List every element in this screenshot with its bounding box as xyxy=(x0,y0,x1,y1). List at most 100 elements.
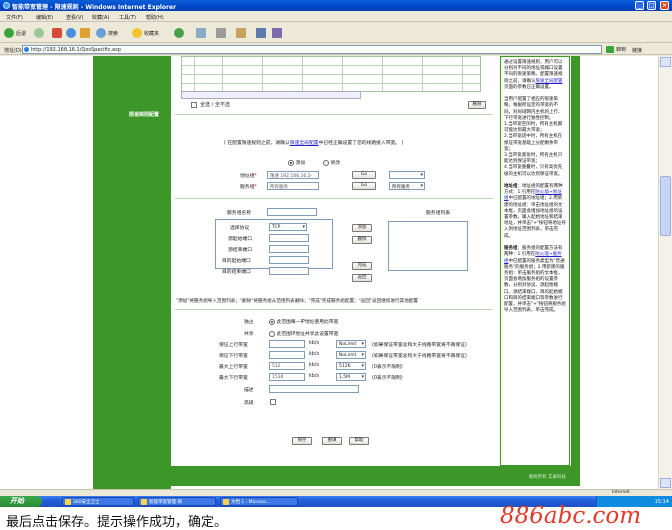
table-row[interactable] xyxy=(182,75,480,84)
table-row[interactable] xyxy=(182,57,480,66)
edit-icon xyxy=(236,28,246,38)
protocol-label: 选择协议 xyxy=(230,226,250,231)
global-config-link[interactable]: 限速全局配置 xyxy=(290,141,319,146)
window-title: 智能带宽管理 - 限速规则 - Windows Internet Explore… xyxy=(12,4,177,11)
section-title: 限速规则配置 xyxy=(129,112,160,118)
address-group-select[interactable] xyxy=(389,171,425,179)
scroll-up-button[interactable] xyxy=(660,57,671,67)
menu-favorites[interactable]: 收藏(A) xyxy=(92,14,109,21)
exclusive-label: 独占 xyxy=(244,320,254,325)
guaranteed-down-select[interactable]: NoLimit xyxy=(336,351,366,359)
mode-add[interactable]: 添加 xyxy=(288,159,305,166)
help-text: 页面的参数已正确设置。 xyxy=(504,84,554,90)
help-global-link[interactable]: 限速全局配置 xyxy=(536,79,563,84)
clock: 15:14 xyxy=(654,499,669,505)
exclusive-option[interactable]: 此范围每一IP地址使用此带宽 xyxy=(269,318,338,325)
menu-help[interactable]: 帮助(H) xyxy=(146,14,164,21)
home-button[interactable] xyxy=(80,27,90,39)
table-row[interactable] xyxy=(182,66,480,75)
max-up-select[interactable]: 512K xyxy=(336,362,366,370)
add-radio[interactable] xyxy=(288,159,294,166)
shared-label: 共享 xyxy=(244,332,254,337)
research-icon xyxy=(272,28,282,38)
service-delete-button[interactable]: 删除 xyxy=(352,236,372,244)
menu-edit[interactable]: 编辑(E) xyxy=(36,14,53,21)
menu-file[interactable]: 文件(F) xyxy=(6,14,23,21)
guaranteed-up-select[interactable]: NoLimit xyxy=(336,340,366,348)
messenger-button[interactable] xyxy=(256,27,266,39)
scroll-thumb[interactable] xyxy=(660,176,671,236)
stop-button[interactable] xyxy=(52,27,62,39)
service-list-label: 服务组列表 xyxy=(426,211,450,216)
service-back-button[interactable]: 返回 xyxy=(352,274,372,282)
modify-radio[interactable] xyxy=(323,159,329,166)
advanced-checkbox[interactable] xyxy=(270,399,276,405)
watermark: 886abc.com xyxy=(500,503,642,529)
service-name-input[interactable] xyxy=(267,208,317,216)
reset-button[interactable]: 重填 xyxy=(322,437,342,445)
address-group-input[interactable]: 限速 192.168.16.2- xyxy=(267,171,319,179)
caption-text: 最后点击保存。提示操作成功，确定。 xyxy=(6,515,228,530)
shared-option[interactable]: 此范围IP地址共享此设置带宽 xyxy=(269,330,338,337)
back-button[interactable]: 后退 xyxy=(4,27,26,39)
guaranteed-up-input[interactable] xyxy=(269,340,305,348)
help-button[interactable]: 帮助 xyxy=(349,437,369,445)
address-input[interactable]: http://192.168.16.1/QosSpecific.asp xyxy=(22,45,602,54)
service-group-go-button[interactable]: Go xyxy=(352,182,376,190)
service-group-input[interactable]: 所有服务 xyxy=(267,182,319,190)
src-end-input[interactable] xyxy=(269,245,309,253)
dst-start-input[interactable] xyxy=(269,256,309,264)
max-down-input[interactable]: 1536 xyxy=(269,373,305,381)
bw-unit: kb/s xyxy=(309,352,319,357)
history-button[interactable] xyxy=(174,27,184,39)
protocol-select[interactable]: TCP xyxy=(269,223,307,231)
service-group-text: 服务组 xyxy=(240,185,255,190)
scroll-down-button[interactable] xyxy=(660,478,671,488)
links-button[interactable]: 链接 xyxy=(632,47,642,54)
minimize-button[interactable]: _ xyxy=(635,1,644,10)
delete-list-button[interactable]: 删除 xyxy=(468,101,486,109)
max-down-select[interactable]: 1.5M xyxy=(336,373,366,381)
go-button[interactable]: 转到 xyxy=(606,46,626,53)
task-360[interactable]: 360安全卫士 xyxy=(62,497,134,506)
menu-tools[interactable]: 工具(T) xyxy=(119,14,136,21)
save-button[interactable]: 保存 xyxy=(292,437,312,445)
src-start-input[interactable] xyxy=(269,234,309,242)
maximize-button[interactable]: □ xyxy=(647,1,656,10)
shared-radio[interactable] xyxy=(269,330,275,337)
grid-horizontal-scrollbar[interactable] xyxy=(181,91,361,99)
guaranteed-down-input[interactable] xyxy=(269,351,305,359)
bw-unit: kb/s xyxy=(309,341,319,346)
forward-arrow-icon xyxy=(34,28,44,38)
select-all-checkbox[interactable] xyxy=(191,101,197,108)
toolbar: 后退 搜索 收藏夹 xyxy=(0,23,672,43)
task-word[interactable]: 文档 1 - Microso... xyxy=(220,497,298,506)
research-button[interactable] xyxy=(272,27,282,39)
mail-button[interactable] xyxy=(196,27,206,39)
refresh-button[interactable] xyxy=(66,27,76,39)
start-button[interactable]: 开始 xyxy=(0,496,42,507)
address-bar: 地址(D) http://192.168.16.1/QosSpecific.as… xyxy=(0,44,672,55)
task-ie[interactable]: 智能带宽管理-限 xyxy=(138,497,216,506)
mode-modify[interactable]: 修改 xyxy=(323,159,340,166)
service-group-listbox[interactable] xyxy=(388,221,468,271)
shared-text: 此范围IP地址共享此设置带宽 xyxy=(276,332,339,337)
search-button[interactable]: 搜索 xyxy=(96,27,118,39)
print-button[interactable] xyxy=(216,27,226,39)
favorites-button[interactable]: 收藏夹 xyxy=(132,27,159,39)
forward-button[interactable] xyxy=(34,27,44,39)
dst-end-input[interactable] xyxy=(269,267,309,275)
vertical-scrollbar[interactable] xyxy=(658,56,672,489)
service-done-button[interactable]: 完成 xyxy=(352,262,372,270)
close-button[interactable]: × xyxy=(660,1,669,10)
exclusive-radio[interactable] xyxy=(269,318,275,325)
select-all[interactable]: 全选 / 全不选 xyxy=(191,101,230,108)
service-group-select[interactable]: 所有服务 xyxy=(389,182,425,190)
description-input[interactable] xyxy=(269,385,359,393)
config-notice: ( 在配置限速规则之前，请确认限速全局配置中已经正确设置了您的线路接入带宽。 ) xyxy=(224,139,404,146)
max-up-input[interactable]: 512 xyxy=(269,362,305,370)
service-add-button[interactable]: 添加 xyxy=(352,224,372,232)
edit-button[interactable] xyxy=(236,27,246,39)
menu-view[interactable]: 查看(V) xyxy=(66,14,83,21)
address-group-go-button[interactable]: Go xyxy=(352,171,376,179)
